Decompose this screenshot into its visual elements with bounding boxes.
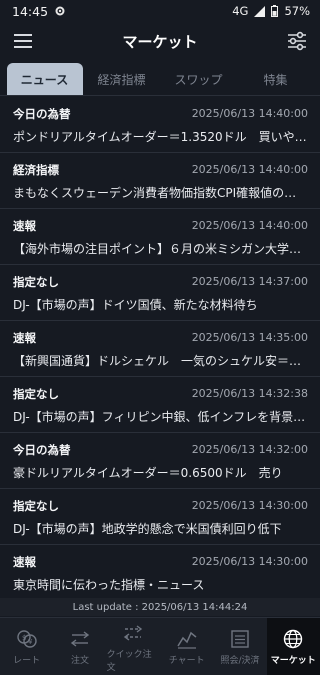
news-item[interactable]: 今日の為替 2025/06/13 14:32:00 豪ドルリアルタイムオーダー＝… [0,433,320,489]
news-item[interactable]: 速報 2025/06/13 14:30:00 東京時間に伝わった指標・ニュース [0,545,320,597]
gear-icon [55,6,65,16]
news-date: 2025/06/13 14:30:00 [191,499,308,512]
svg-text:$: $ [22,634,26,642]
news-title: DJ-【市場の声】地政学的懸念で米国債利回り低下 [13,522,282,536]
news-title: まもなくスウェーデン消費者物価指数CPI確報値の発表 [13,186,307,200]
status-bar: 14:45 4G 57% [0,0,320,22]
battery-icon [271,5,279,17]
nav-label: マーケット [270,656,316,666]
status-time: 14:45 [12,3,49,19]
nav-chart[interactable]: チャート [160,618,213,675]
order-icon [70,631,90,647]
news-date: 2025/06/13 14:30:00 [191,555,308,568]
nav-label: チャート [168,656,205,666]
menu-icon[interactable] [12,30,34,52]
tab-bar: ニュース 経済指標 スワップ 特集 [0,62,320,96]
nav-label: 照会/決済 [220,656,260,666]
nav-order[interactable]: 注文 [53,618,106,675]
nav-label: 注文 [70,656,89,666]
news-item[interactable]: 今日の為替 2025/06/13 14:40:00 ポンドリアルタイムオーダー＝… [0,97,320,153]
signal-icon [254,5,266,17]
settings-sliders-icon[interactable] [286,30,308,52]
tab-feature[interactable]: 特集 [238,63,314,95]
news-title: 豪ドルリアルタイムオーダー＝0.6500ドル 売り [13,466,283,480]
news-title: DJ-【市場の声】フィリピン中銀、低インフレを背景… [13,410,306,424]
bottom-nav: $ ¥ レート 注文 クイック注文 チャート 照会/決済 マーケット [0,617,320,675]
nav-quick-order[interactable]: クイック注文 [107,618,160,675]
news-title: ポンドリアルタイムオーダー＝1.3520ドル 買いやや… [13,130,307,144]
news-item[interactable]: 指定なし 2025/06/13 14:32:38 DJ-【市場の声】フィリピン中… [0,377,320,433]
tab-economic-indicators[interactable]: 経済指標 [84,63,160,95]
network-type: 4G [232,4,249,18]
news-item[interactable]: 指定なし 2025/06/13 14:30:00 DJ-【市場の声】地政学的懸念… [0,489,320,545]
page-title: マーケット [122,32,198,51]
last-update: Last update : 2025/06/13 14:44:24 [0,598,320,616]
svg-text:¥: ¥ [28,638,33,646]
news-item[interactable]: 速報 2025/06/13 14:40:00 【海外市場の注目ポイント】６月の米… [0,209,320,265]
news-date: 2025/06/13 14:35:00 [191,331,308,344]
news-date: 2025/06/13 14:40:00 [191,219,308,232]
quick-order-icon [124,624,143,641]
news-item[interactable]: 経済指標 2025/06/13 14:40:00 まもなくスウェーデン消費者物価… [0,153,320,209]
news-date: 2025/06/13 14:37:00 [191,275,308,288]
news-title: 【海外市場の注目ポイント】６月の米ミシガン大学消… [13,242,307,256]
chart-icon [177,631,197,649]
news-title: 東京時間に伝わった指標・ニュース [13,578,205,592]
nav-label: クイック注文 [106,649,152,673]
nav-label: レート [13,656,41,666]
battery-level: 57% [284,4,310,18]
news-title: DJ-【市場の声】ドイツ国債、新たな材料待ち [13,298,258,312]
app-header: マーケット [0,22,320,60]
news-title: 【新興国通貨】ドルシェケル 一気のシュケル安＝イ… [13,354,307,368]
rate-icon: $ ¥ [16,630,37,648]
news-date: 2025/06/13 14:40:00 [191,163,308,176]
news-date: 2025/06/13 14:32:38 [191,387,308,400]
nav-rate[interactable]: $ ¥ レート [0,618,53,675]
news-item[interactable]: 指定なし 2025/06/13 14:37:00 DJ-【市場の声】ドイツ国債、… [0,265,320,321]
news-item[interactable]: 速報 2025/06/13 14:35:00 【新興国通貨】ドルシェケル 一気の… [0,321,320,377]
tab-swap[interactable]: スワップ [161,63,237,95]
news-date: 2025/06/13 14:32:00 [191,443,308,456]
tab-news[interactable]: ニュース [6,63,83,95]
news-date: 2025/06/13 14:40:00 [191,107,308,120]
app-root: 14:45 4G 57% マーケット ニュース 経済指標 スワップ 特集 今日の… [0,0,320,675]
nav-market[interactable]: マーケット [266,618,320,675]
globe-icon [284,629,303,649]
inquiry-icon [231,630,249,648]
news-list: 今日の為替 2025/06/13 14:40:00 ポンドリアルタイムオーダー＝… [0,97,320,597]
nav-inquiry[interactable]: 照会/決済 [213,618,266,675]
